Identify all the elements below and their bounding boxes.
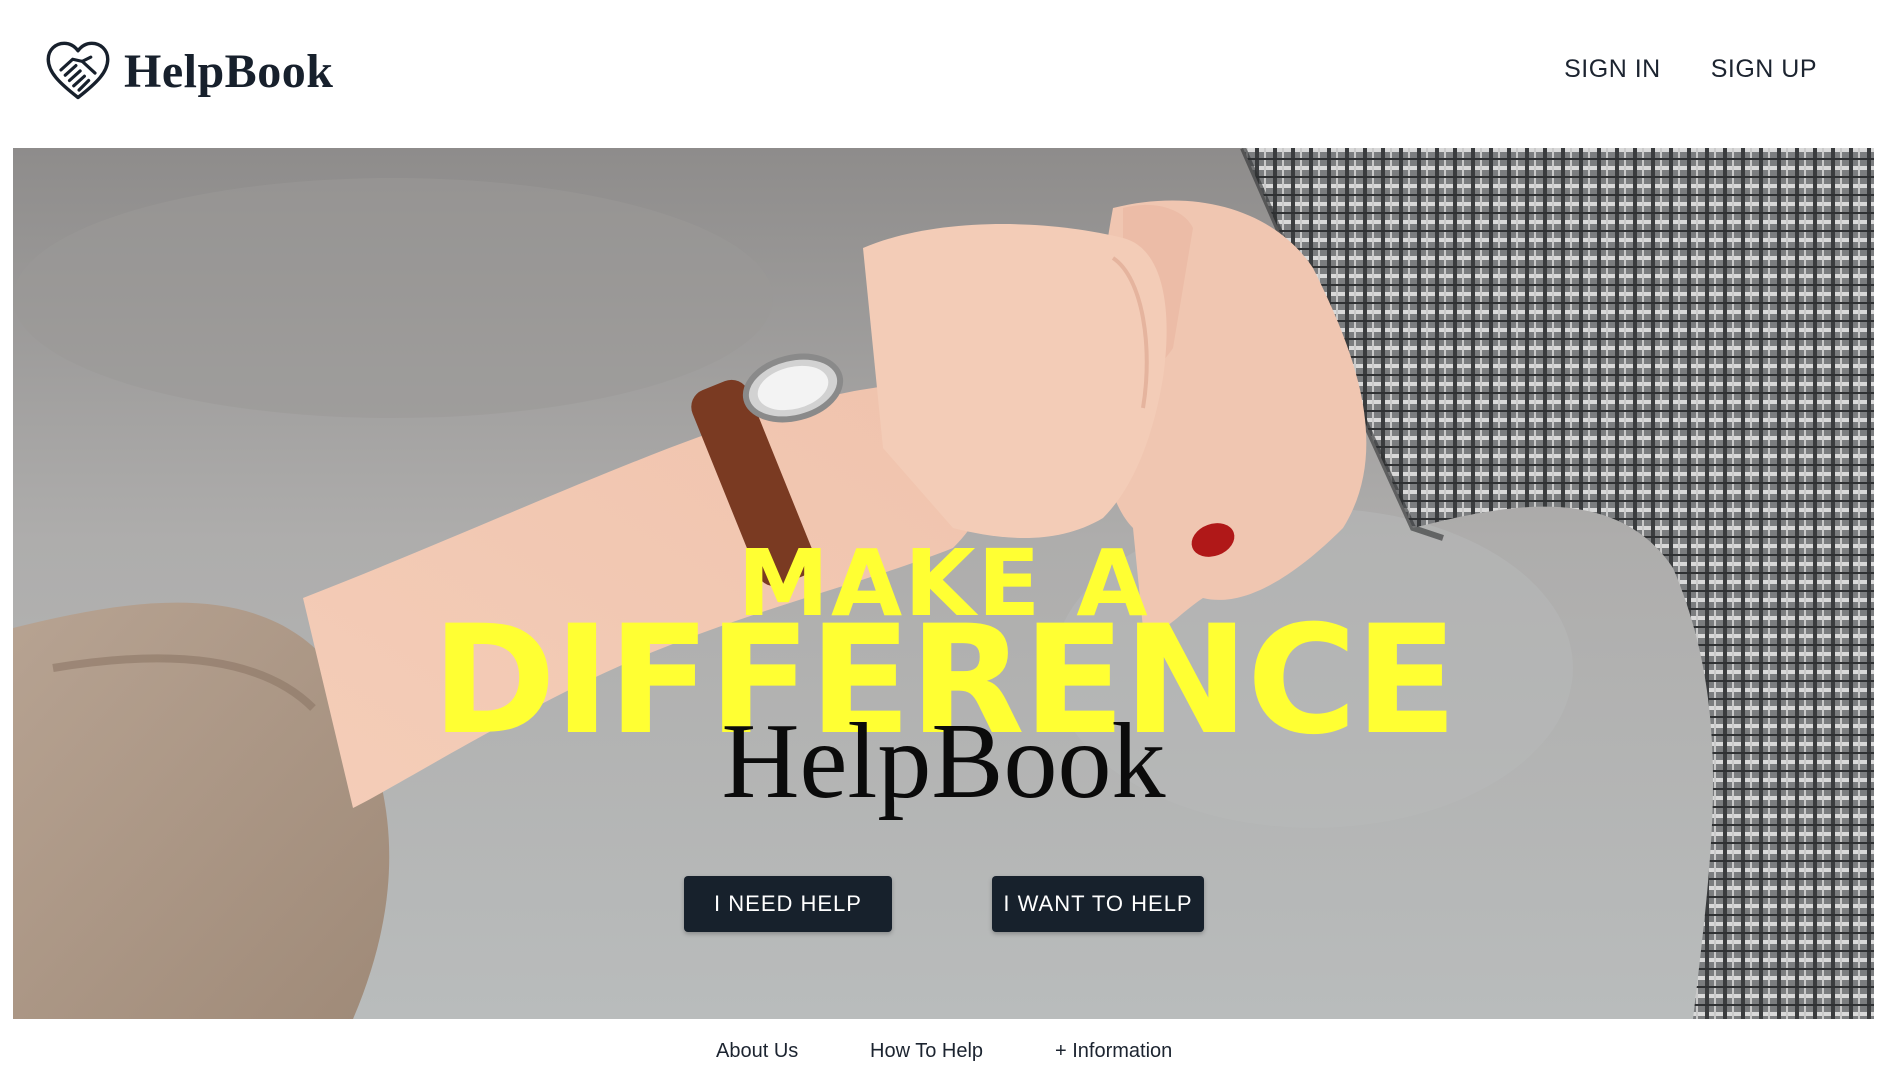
hero-brand: HelpBook (721, 702, 1166, 821)
hero-banner: MAKE A DIFFERENCE HelpBook I NEED HELP I… (13, 148, 1874, 1019)
brand-name: HelpBook (124, 45, 334, 98)
information-link[interactable]: + Information (1055, 1040, 1172, 1063)
how-to-help-link[interactable]: How To Help (870, 1040, 983, 1063)
sign-in-link[interactable]: SIGN IN (1564, 55, 1661, 84)
i-want-to-help-button[interactable]: I WANT TO HELP (992, 876, 1204, 932)
about-us-link[interactable]: About Us (716, 1040, 798, 1063)
top-nav: SIGN IN SIGN UP (1564, 55, 1817, 84)
sign-up-link[interactable]: SIGN UP (1711, 55, 1817, 84)
i-need-help-button[interactable]: I NEED HELP (684, 876, 892, 932)
brand-home-link[interactable]: HelpBook (44, 38, 333, 106)
site-header: HelpBook SIGN IN SIGN UP (0, 0, 1882, 148)
heart-handshake-icon (46, 41, 110, 100)
